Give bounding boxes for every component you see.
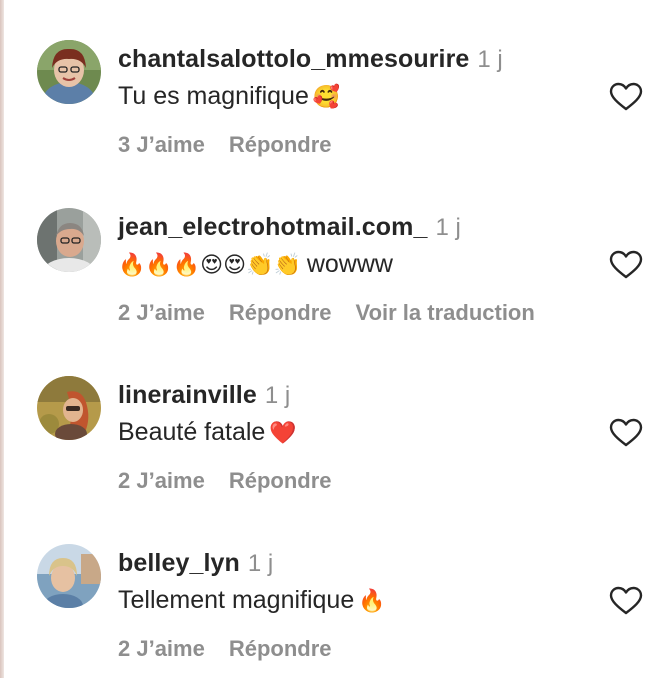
comment-username[interactable]: linerainville — [118, 381, 257, 409]
translate-button[interactable]: Voir la traduction — [356, 300, 535, 325]
likes-count-button[interactable]: 2 J’aime — [118, 300, 205, 325]
comment-actions: 2 J’aime Répondre — [118, 467, 356, 495]
heart-outline-icon[interactable] — [609, 418, 643, 448]
avatar[interactable] — [37, 544, 101, 608]
comment-text-body: Tellement magnifique — [118, 586, 355, 614]
comment-time: 1 j — [264, 382, 291, 409]
comment-actions: 2 J’aime Répondre Voir la traduction — [118, 299, 559, 327]
comment-username[interactable]: jean_electrohotmail.com_ — [118, 213, 427, 241]
comment-emoji: 🥰 — [312, 85, 341, 110]
comment-emoji: 🔥 — [358, 589, 386, 614]
comment-time: 1 j — [435, 214, 461, 241]
reply-button[interactable]: Répondre — [229, 468, 332, 493]
heart-outline-icon[interactable] — [609, 586, 643, 616]
likes-count-button[interactable]: 2 J’aime — [118, 468, 205, 493]
comment-time: 1 j — [477, 46, 503, 73]
comment-actions: 2 J’aime Répondre — [118, 635, 356, 663]
reply-button[interactable]: Répondre — [229, 300, 332, 325]
comments-panel: chantalsalottolo_mmesourire 1 j Tu es mag… — [0, 0, 666, 678]
comment-item: belley_lyn 1 j Tellement magnifique 🔥 2 J’… — [0, 504, 666, 661]
avatar[interactable] — [37, 208, 101, 272]
comment-text: 🔥🔥🔥😍😍👏👏 wowww — [118, 249, 393, 281]
likes-count-button[interactable]: 2 J’aime — [118, 636, 205, 661]
likes-count-button[interactable]: 3 J’aime — [118, 132, 205, 157]
comment-text-body: Beauté fatale — [118, 418, 266, 446]
comment-text-body: Tu es magnifique — [118, 82, 309, 110]
avatar[interactable] — [37, 40, 101, 104]
heart-outline-icon[interactable] — [609, 250, 643, 280]
comment-text: Tellement magnifique 🔥 — [118, 585, 386, 617]
avatar[interactable] — [37, 376, 101, 440]
comment-text: Beauté fatale ❤️ — [118, 417, 297, 449]
comment-actions: 3 J’aime Répondre — [118, 131, 356, 159]
reply-button[interactable]: Répondre — [229, 132, 332, 157]
reply-button[interactable]: Répondre — [229, 636, 332, 661]
comment-emoji: ❤️ — [269, 421, 297, 446]
comment-username[interactable]: chantalsalottolo_mmesourire — [118, 45, 469, 73]
comment-item: linerainville 1 j Beauté fatale ❤️ 2 J’aim… — [0, 336, 666, 493]
comment-emoji: 🔥🔥🔥😍😍👏👏 — [118, 253, 301, 278]
comment-item: chantalsalottolo_mmesourire 1 j Tu es mag… — [0, 0, 666, 157]
comment-text-body: wowww — [306, 250, 393, 278]
comment-time: 1 j — [247, 550, 274, 577]
comment-item: jean_electrohotmail.com_ 1 j 🔥🔥🔥😍😍👏👏 wowww… — [0, 168, 666, 325]
comment-username[interactable]: belley_lyn — [118, 549, 240, 577]
heart-outline-icon[interactable] — [609, 82, 643, 112]
comment-text: Tu es magnifique 🥰 — [118, 81, 340, 113]
